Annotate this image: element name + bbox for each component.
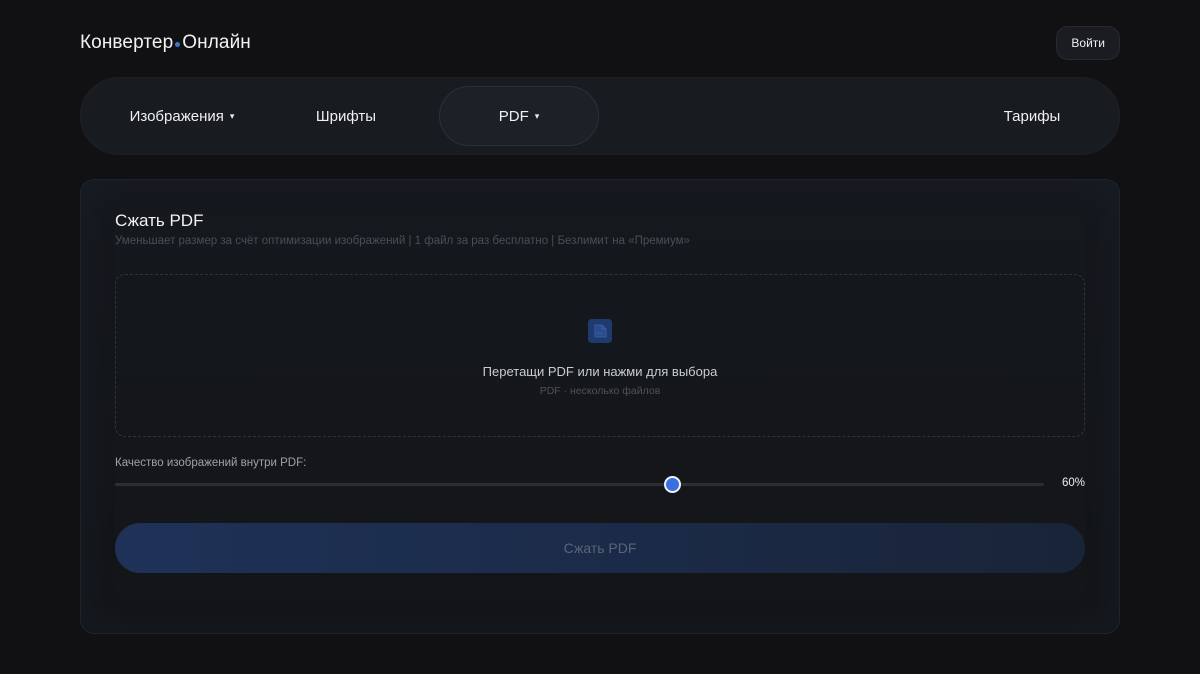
nav-item-pricing[interactable]: Тарифы <box>952 86 1112 146</box>
nav-item-label: Шрифты <box>315 107 377 125</box>
compress-pdf-card: Сжать PDF Уменьшает размер за счёт оптим… <box>80 179 1120 634</box>
quality-label: Качество изображений внутри PDF: <box>115 457 307 469</box>
logo-text-part1: Конвертер <box>80 32 174 53</box>
compress-button[interactable]: Сжать PDF <box>115 523 1085 573</box>
nav-item-label: PDF <box>498 107 529 125</box>
quality-value: 60% <box>1061 477 1085 489</box>
page-title: Сжать PDF <box>115 211 204 230</box>
nav-item-pdf[interactable]: PDF ▾ <box>439 86 599 146</box>
chevron-down-icon: ▾ <box>229 110 235 121</box>
logo-text-part2: Онлайн <box>182 32 251 53</box>
nav-item-label: Тарифы <box>1003 107 1061 125</box>
file-dropzone[interactable]: Перетащи PDF или нажми для выбора PDF · … <box>115 274 1085 437</box>
nav-item-fonts[interactable]: Шрифты <box>266 86 426 146</box>
logo[interactable]: Конвертер Онлайн <box>80 32 251 54</box>
quality-slider-thumb[interactable] <box>664 476 682 493</box>
nav-item-label: Изображения <box>129 107 224 125</box>
header: Конвертер Онлайн Войти <box>80 26 1120 60</box>
nav-item-images[interactable]: Изображения ▾ <box>94 86 270 146</box>
dropzone-main-text: Перетащи PDF или нажми для выбора <box>482 364 718 379</box>
main-nav: Изображения ▾ Шрифты PDF ▾ Тарифы <box>80 77 1120 155</box>
quality-slider[interactable] <box>115 476 1044 493</box>
logo-dot <box>175 42 181 47</box>
pdf-file-icon <box>588 319 612 343</box>
dropzone-hint-text: PDF · несколько файлов <box>539 385 661 397</box>
chevron-down-icon: ▾ <box>534 110 540 121</box>
page-subtitle: Уменьшает размер за счёт оптимизации изо… <box>115 235 690 247</box>
login-button[interactable]: Войти <box>1056 26 1120 60</box>
page: Конвертер Онлайн Войти Изображения ▾ Шри… <box>0 0 1200 674</box>
